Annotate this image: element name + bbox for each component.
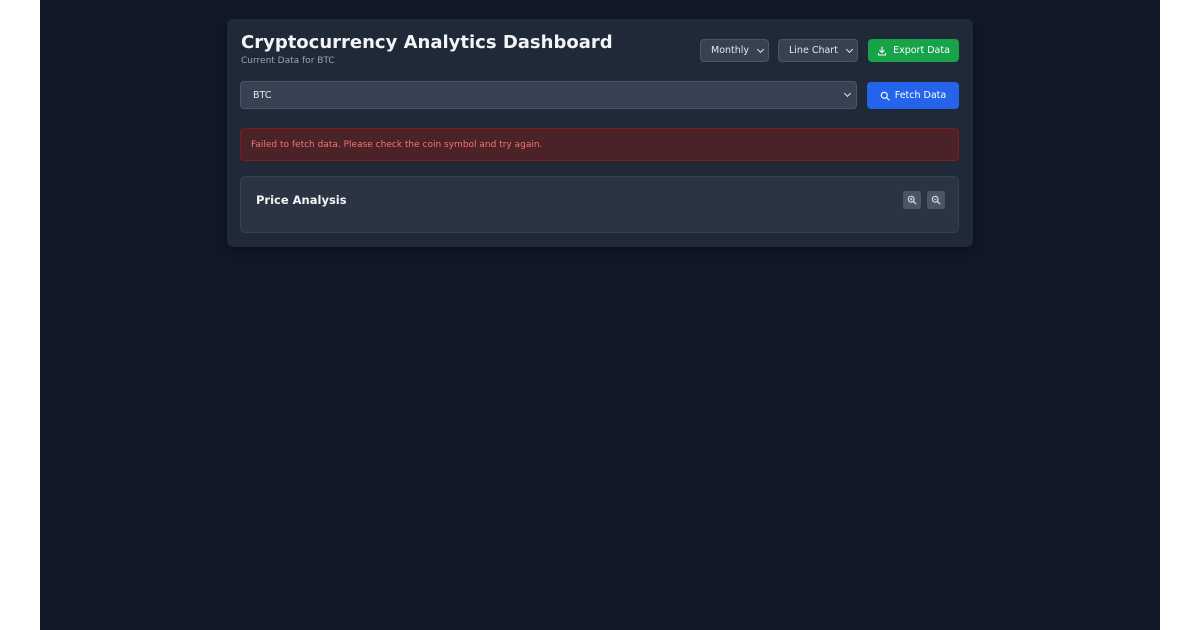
fetch-data-label: Fetch Data bbox=[894, 90, 947, 101]
page-title: Cryptocurrency Analytics Dashboard bbox=[241, 32, 613, 53]
error-message: Failed to fetch data. Please check the c… bbox=[251, 139, 543, 150]
dashboard-page: Cryptocurrency Analytics Dashboard Curre… bbox=[40, 0, 1160, 630]
chevron-down-icon bbox=[756, 45, 765, 53]
chevron-down-icon bbox=[843, 89, 852, 98]
chart-type-select[interactable]: Line Chart bbox=[778, 39, 858, 62]
price-analysis-title: Price Analysis bbox=[256, 193, 347, 207]
zoom-in-button[interactable] bbox=[903, 191, 921, 209]
zoom-out-icon bbox=[931, 195, 941, 205]
export-data-button[interactable]: Export Data bbox=[868, 39, 959, 62]
error-alert: Failed to fetch data. Please check the c… bbox=[240, 128, 959, 161]
zoom-in-icon bbox=[907, 195, 917, 205]
chart-type-select-value: Line Chart bbox=[789, 45, 838, 56]
chevron-down-icon bbox=[845, 45, 854, 53]
fetch-data-button[interactable]: Fetch Data bbox=[867, 82, 959, 109]
export-data-label: Export Data bbox=[893, 45, 950, 56]
coin-select-value: BTC bbox=[253, 89, 272, 101]
period-select[interactable]: Monthly bbox=[700, 39, 769, 62]
price-analysis-panel: Price Analysis bbox=[240, 176, 959, 233]
period-select-value: Monthly bbox=[711, 45, 750, 56]
dashboard-card: Cryptocurrency Analytics Dashboard Curre… bbox=[227, 19, 973, 247]
zoom-out-button[interactable] bbox=[927, 191, 945, 209]
coin-select[interactable]: BTC bbox=[240, 81, 857, 109]
page-subtitle: Current Data for BTC bbox=[241, 56, 335, 66]
search-icon bbox=[880, 91, 890, 101]
download-icon bbox=[878, 45, 887, 56]
